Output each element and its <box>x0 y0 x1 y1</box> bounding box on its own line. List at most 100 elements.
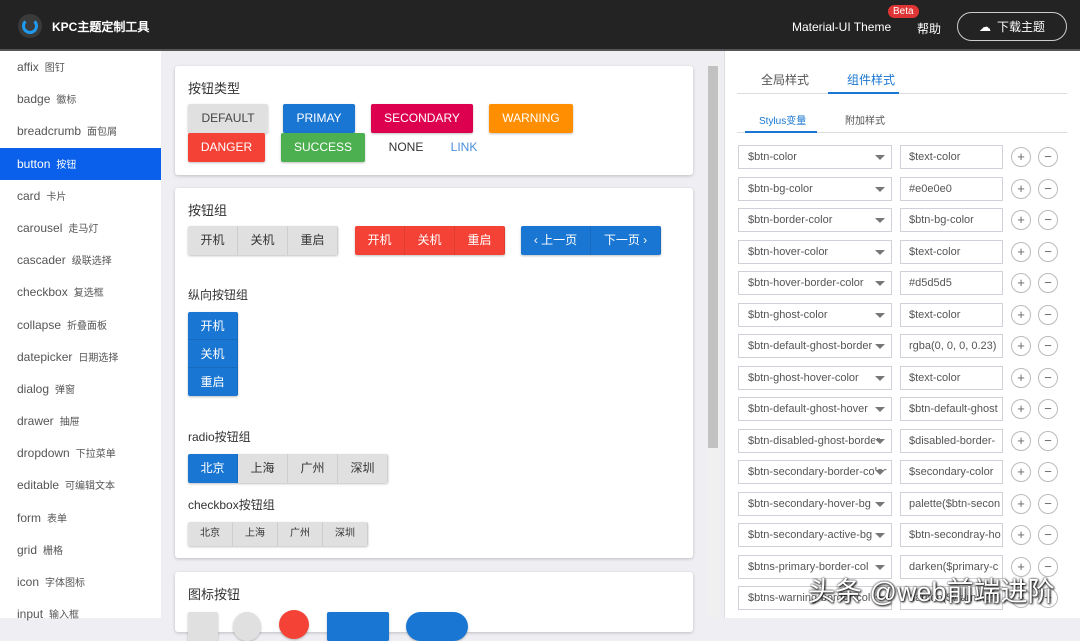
variable-select[interactable]: $btn-border-color <box>738 208 892 232</box>
tab-extra-styles[interactable]: 附加样式 <box>845 112 885 127</box>
variable-value-input[interactable]: #e0e0e0 <box>900 176 1003 201</box>
sidebar-item-dropdown[interactable]: dropdown 下拉菜单 <box>0 437 161 469</box>
warning-button[interactable]: WARNING <box>489 104 573 133</box>
icon-button-circle[interactable] <box>233 612 261 641</box>
remove-row-button[interactable]: − <box>1038 241 1058 262</box>
variable-value-input[interactable]: $text-color <box>900 145 1003 169</box>
remove-row-button[interactable]: − <box>1038 430 1058 451</box>
sidebar-item-editable[interactable]: editable 可编辑文本 <box>0 469 161 501</box>
default-button[interactable]: DEFAULT <box>188 104 268 133</box>
sidebar-item-cascader[interactable]: cascader 级联选择 <box>0 244 161 276</box>
radio-shenzhen[interactable]: 深圳 <box>338 454 388 483</box>
tab-component-styles[interactable]: 组件样式 <box>847 71 895 88</box>
variable-value-input[interactable]: $text-color <box>900 302 1003 327</box>
variable-select[interactable]: $btn-secondary-hover-bg <box>738 491 892 516</box>
prev-page-button[interactable]: ‹ 上一页 <box>521 226 591 255</box>
help-link[interactable]: 帮助 <box>917 20 941 37</box>
remove-row-button[interactable]: − <box>1038 304 1058 325</box>
add-row-button[interactable]: + <box>1011 525 1031 545</box>
remove-row-button[interactable]: − <box>1038 462 1058 482</box>
sidebar-item-input[interactable]: input 输入框 <box>0 598 161 630</box>
add-row-button[interactable]: + <box>1011 336 1031 356</box>
restart-button[interactable]: 重启 <box>455 226 505 255</box>
sidebar-item-button[interactable]: button 按钮 <box>0 147 161 180</box>
icon-button-square[interactable] <box>188 612 218 641</box>
power-off-button[interactable]: 关机 <box>405 226 455 255</box>
sidebar-item-collapse[interactable]: collapse 折叠面板 <box>0 309 161 341</box>
radio-shanghai[interactable]: 上海 <box>238 454 288 483</box>
variable-value-input[interactable]: palette($btn-secon <box>900 491 1003 516</box>
remove-row-button[interactable]: − <box>1038 493 1058 514</box>
variable-value-input[interactable]: $btn-bg-color <box>900 208 1003 232</box>
variable-select[interactable]: $btn-secondary-active-bg <box>738 523 892 547</box>
remove-row-button[interactable]: − <box>1038 273 1058 293</box>
remove-row-button[interactable]: − <box>1038 367 1058 388</box>
remove-row-button[interactable]: − <box>1038 525 1058 545</box>
sidebar-item-card[interactable]: card 卡片 <box>0 180 161 212</box>
power-off-button[interactable]: 关机 <box>238 226 288 255</box>
scrollbar-thumb[interactable] <box>708 66 718 448</box>
variable-value-input[interactable]: $btn-secondray-ho <box>900 523 1003 547</box>
sidebar-item-drawer[interactable]: drawer 抽屉 <box>0 405 161 437</box>
tab-global-styles[interactable]: 全局样式 <box>761 71 809 88</box>
sidebar-item-affix[interactable]: affix 图钉 <box>0 51 161 83</box>
danger-button[interactable]: DANGER <box>188 133 265 162</box>
primary-button[interactable]: PRIMAY <box>283 104 355 133</box>
add-row-button[interactable]: + <box>1011 241 1031 262</box>
add-row-button[interactable]: + <box>1011 493 1031 514</box>
variable-select[interactable]: $btn-color <box>738 145 892 169</box>
restart-button[interactable]: 重启 <box>188 368 238 396</box>
variable-select[interactable]: $btn-default-ghost-hover <box>738 397 892 421</box>
sidebar-item-icon[interactable]: icon 字体图标 <box>0 566 161 598</box>
variable-select[interactable]: $btn-disabled-ghost-border <box>738 428 892 453</box>
sidebar-item-datepicker[interactable]: datepicker 日期选择 <box>0 341 161 373</box>
secondary-button[interactable]: SECONDARY <box>371 104 473 133</box>
checkbox-guangzhou[interactable]: 广州 <box>278 522 323 546</box>
add-row-button[interactable]: + <box>1011 210 1031 230</box>
add-row-button[interactable]: + <box>1011 273 1031 293</box>
sidebar-item-carousel[interactable]: carousel 走马灯 <box>0 212 161 244</box>
power-off-button[interactable]: 关机 <box>188 340 238 368</box>
add-row-button[interactable]: + <box>1011 462 1031 482</box>
variable-select[interactable]: $btn-ghost-color <box>738 302 892 327</box>
sidebar-item-grid[interactable]: grid 栅格 <box>0 534 161 566</box>
variable-value-input[interactable]: $text-color <box>900 239 1003 264</box>
remove-row-button[interactable]: − <box>1038 399 1058 419</box>
sidebar-item-checkbox[interactable]: checkbox 复选框 <box>0 276 161 308</box>
icon-button-primary[interactable] <box>327 612 389 641</box>
add-row-button[interactable]: + <box>1011 178 1031 199</box>
variable-value-input[interactable]: $btn-default-ghost <box>900 397 1003 421</box>
checkbox-beijing[interactable]: 北京 <box>188 522 233 546</box>
restart-button[interactable]: 重启 <box>288 226 338 255</box>
tab-stylus-vars[interactable]: Stylus变量 <box>759 112 806 127</box>
success-button[interactable]: SUCCESS <box>281 133 365 162</box>
add-row-button[interactable]: + <box>1011 147 1031 167</box>
variable-value-input[interactable]: rgba(0, 0, 0, 0.23) <box>900 334 1003 358</box>
radio-guangzhou[interactable]: 广州 <box>288 454 338 483</box>
download-theme-button[interactable]: ☁ 下载主题 <box>957 12 1067 41</box>
sidebar-item-form[interactable]: form 表单 <box>0 502 161 534</box>
remove-row-button[interactable]: − <box>1038 147 1058 167</box>
add-row-button[interactable]: + <box>1011 430 1031 451</box>
variable-select[interactable]: $btn-ghost-hover-color <box>738 365 892 390</box>
icon-button-danger[interactable] <box>279 610 309 639</box>
sidebar-item-dialog[interactable]: dialog 弹窗 <box>0 373 161 405</box>
theme-link[interactable]: Material-UI Theme <box>792 20 891 34</box>
variable-select[interactable]: $btn-secondary-border-color <box>738 460 892 484</box>
variable-select[interactable]: $btn-bg-color <box>738 176 892 201</box>
link-button[interactable]: LINK <box>441 133 487 162</box>
checkbox-shanghai[interactable]: 上海 <box>233 522 278 546</box>
icon-button-round[interactable] <box>406 612 468 641</box>
checkbox-shenzhen[interactable]: 深圳 <box>323 522 368 546</box>
remove-row-button[interactable]: − <box>1038 210 1058 230</box>
variable-value-input[interactable]: #d5d5d5 <box>900 271 1003 295</box>
power-on-button[interactable]: 开机 <box>355 226 405 255</box>
variable-value-input[interactable]: $text-color <box>900 365 1003 390</box>
variable-select[interactable]: $btn-hover-color <box>738 239 892 264</box>
remove-row-button[interactable]: − <box>1038 178 1058 199</box>
radio-beijing[interactable]: 北京 <box>188 454 238 483</box>
variable-select[interactable]: $btn-hover-border-color <box>738 271 892 295</box>
none-button[interactable]: NONE <box>381 133 431 162</box>
sidebar-item-badge[interactable]: badge 徽标 <box>0 83 161 115</box>
variable-select[interactable]: $btn-default-ghost-border <box>738 334 892 358</box>
